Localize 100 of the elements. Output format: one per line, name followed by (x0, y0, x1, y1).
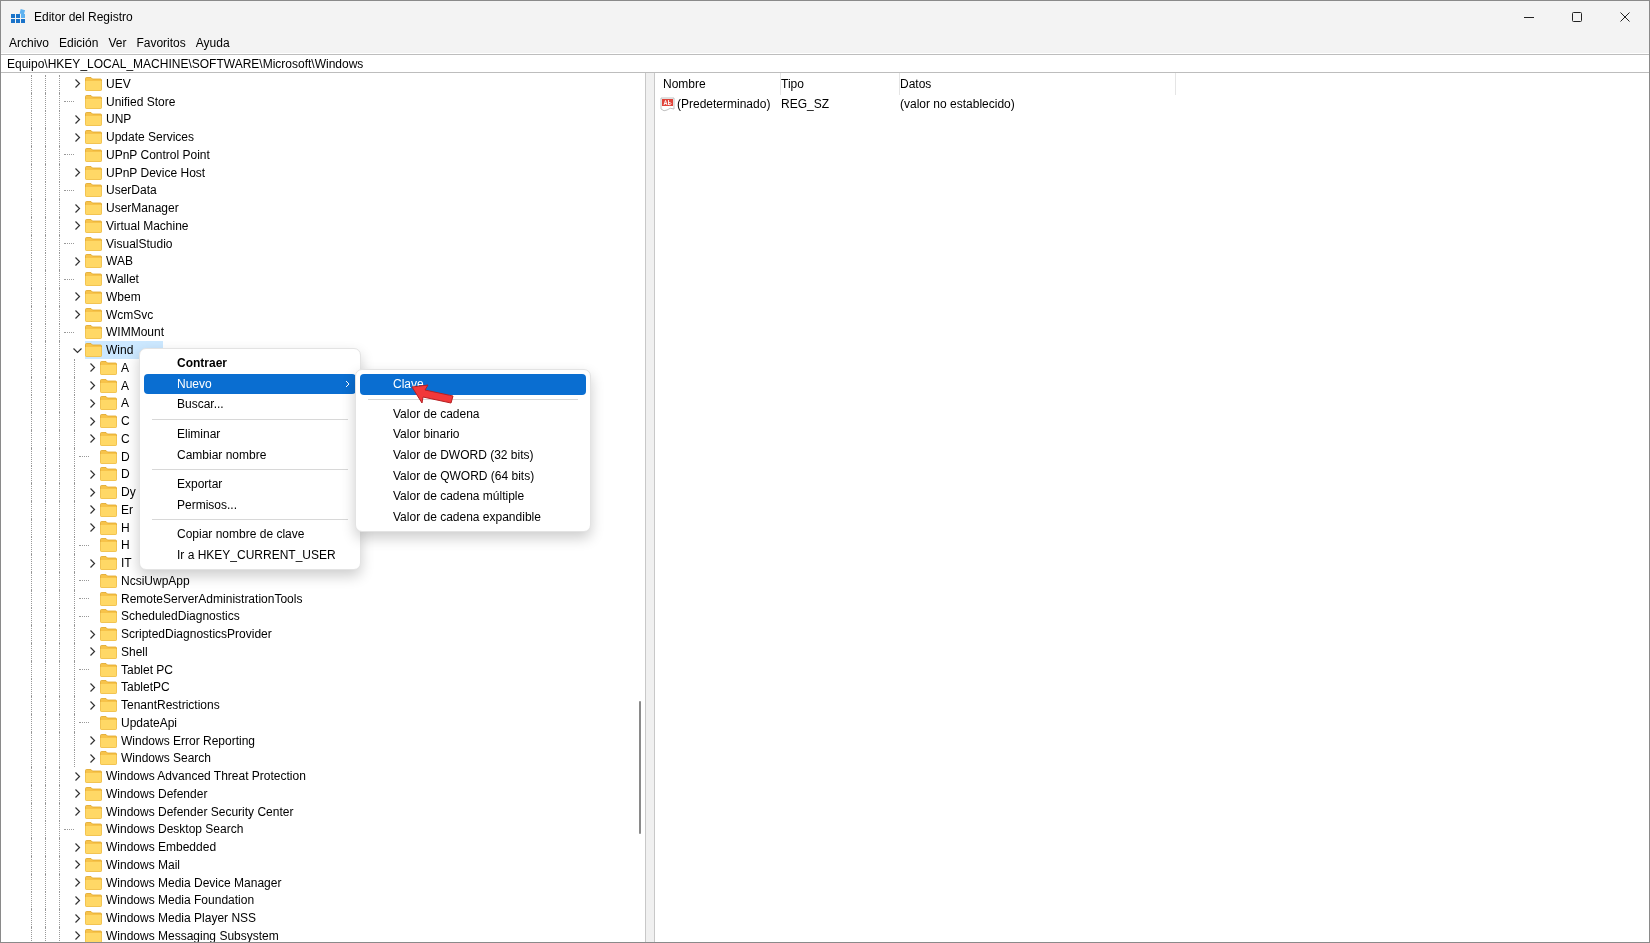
tree-item[interactable]: Tablet PC (100, 660, 204, 679)
address-bar[interactable]: Equipo\HKEY_LOCAL_MACHINE\SOFTWARE\Microsoft\Windows (1, 54, 1649, 73)
chevron-right-icon[interactable] (88, 363, 97, 373)
chevron-right-icon[interactable] (73, 221, 82, 231)
tree-item[interactable]: UEV (85, 75, 161, 93)
menu-bar-item[interactable]: Ayuda (190, 34, 235, 52)
minimize-icon (1524, 16, 1534, 18)
tree-item[interactable]: UPnP Device Host (85, 163, 236, 182)
tree-item[interactable]: Shell (100, 643, 178, 661)
chevron-right-icon[interactable] (88, 647, 97, 657)
tree-item[interactable]: ScriptedDiagnosticsProvider (100, 625, 302, 643)
tree-item[interactable]: Windows Advanced Threat Protection (85, 767, 336, 785)
chevron-right-icon[interactable] (73, 789, 82, 799)
tree-item-label: UPnP Device Host (106, 164, 206, 182)
menu-item[interactable]: Valor de cadena (360, 403, 586, 425)
chevron-right-icon[interactable] (88, 700, 97, 710)
column-header[interactable]: Tipo (781, 73, 900, 95)
value-data: (valor no establecido) (900, 96, 1015, 113)
chevron-right-icon[interactable] (88, 753, 97, 763)
tree-item[interactable]: Windows Media Device Manager (85, 873, 312, 892)
tree-item[interactable]: Windows Search (100, 749, 242, 768)
chevron-right-icon[interactable] (73, 931, 82, 941)
chevron-down-icon[interactable] (73, 345, 82, 355)
tree-item[interactable]: Windows Embedded (85, 838, 247, 856)
folder-icon (100, 591, 117, 606)
tree-item[interactable]: NcsiUwpApp (100, 572, 220, 590)
tree-item[interactable]: UNP (85, 110, 162, 129)
chevron-right-icon[interactable] (73, 203, 82, 213)
chevron-right-icon[interactable] (73, 895, 82, 905)
menu-item[interactable]: Valor binario (360, 424, 586, 445)
tree-item[interactable]: Windows Media Foundation (85, 891, 285, 910)
scrollbar-thumb[interactable] (639, 701, 641, 834)
chevron-right-icon[interactable] (88, 558, 97, 568)
tree-item-label: Windows Messaging Subsystem (106, 927, 279, 942)
tree-item[interactable]: Windows Media Player NSS (85, 909, 287, 927)
tree-item-label: UpdateApi (121, 714, 178, 732)
menu-item[interactable]: Nuevo (144, 373, 356, 395)
tree-item-label: Windows Media Device Manager (106, 874, 282, 892)
tree-item[interactable]: TabletPC (100, 678, 200, 697)
chevron-right-icon[interactable] (73, 860, 82, 870)
menu-item[interactable]: Valor de cadena múltiple (360, 485, 586, 507)
tree-item[interactable]: Windows Defender Security Center (85, 802, 324, 821)
tree-item[interactable]: Windows Error Reporting (100, 731, 286, 750)
chevron-right-icon[interactable] (88, 736, 97, 746)
chevron-right-icon[interactable] (73, 168, 82, 178)
folder-icon (100, 431, 117, 446)
tree-item[interactable]: ScheduledDiagnostics (100, 607, 270, 626)
tree-item[interactable]: Wbem (85, 288, 171, 306)
tree-item[interactable]: Wallet (85, 270, 169, 288)
tree-item[interactable]: UserData (85, 181, 187, 200)
tree-item[interactable]: TenantRestrictions (100, 696, 250, 714)
tree-item[interactable]: Windows Mail (85, 856, 210, 874)
tree-item[interactable]: UserManager (85, 199, 209, 217)
chevron-right-icon[interactable] (73, 878, 82, 888)
chevron-right-icon[interactable] (73, 256, 82, 266)
chevron-right-icon[interactable] (88, 416, 97, 426)
chevron-right-icon[interactable] (73, 842, 82, 852)
tree-item[interactable]: Windows Desktop Search (85, 820, 274, 839)
chevron-right-icon[interactable] (88, 505, 97, 515)
chevron-right-icon[interactable] (73, 807, 82, 817)
chevron-right-icon[interactable] (73, 114, 82, 124)
tree-item[interactable]: Windows Messaging Subsystem (85, 927, 309, 942)
chevron-right-icon[interactable] (73, 771, 82, 781)
tree-item[interactable]: WAB (85, 252, 163, 271)
chevron-right-icon[interactable] (73, 913, 82, 923)
chevron-right-icon[interactable] (88, 434, 97, 444)
menu-item[interactable]: Valor de DWORD (32 bits) (360, 444, 586, 466)
chevron-right-icon[interactable] (88, 469, 97, 479)
chevron-right-icon[interactable] (73, 292, 82, 302)
tree-item[interactable]: Update Services (85, 128, 225, 146)
tree-item[interactable]: UPnP Control Point (85, 146, 240, 164)
menu-bar-item[interactable]: Archivo (4, 34, 54, 52)
chevron-right-icon[interactable] (88, 629, 97, 639)
chevron-right-icon[interactable] (88, 381, 97, 391)
chevron-right-icon[interactable] (88, 398, 97, 408)
tree-item[interactable]: WIMMount (85, 323, 194, 342)
column-header[interactable]: Nombre (663, 73, 781, 95)
tree-item-label: Windows Desktop Search (106, 821, 244, 839)
chevron-right-icon[interactable] (73, 132, 82, 142)
menu-bar-item[interactable]: Edición (54, 34, 104, 52)
menu-item[interactable]: Valor de QWORD (64 bits) (360, 465, 586, 486)
tree-item[interactable]: Virtual Machine (85, 217, 219, 235)
menu-item[interactable]: Valor de cadena expandible (360, 506, 586, 528)
tree-item-label: Windows Mail (106, 856, 180, 874)
tree-item[interactable]: VisualStudio (85, 234, 203, 253)
tree-item-label: D (121, 448, 130, 466)
chevron-right-icon[interactable] (88, 487, 97, 497)
tree-item[interactable]: RemoteServerAdministrationTools (100, 589, 333, 608)
tree-item-label: Er (121, 501, 133, 519)
tree-item[interactable]: Unified Store (85, 92, 206, 111)
menu-bar-item[interactable]: Ver (103, 34, 132, 52)
menu-bar-item[interactable]: Favoritos (131, 34, 191, 52)
chevron-right-icon[interactable] (88, 523, 97, 533)
chevron-right-icon[interactable] (73, 79, 82, 89)
tree-item[interactable]: Windows Defender (85, 785, 238, 803)
tree-item[interactable]: UpdateApi (100, 714, 208, 732)
chevron-right-icon[interactable] (73, 310, 82, 320)
column-header[interactable]: Datos (900, 73, 1176, 95)
tree-item[interactable]: WcmSvc (85, 305, 184, 324)
chevron-right-icon[interactable] (88, 682, 97, 692)
